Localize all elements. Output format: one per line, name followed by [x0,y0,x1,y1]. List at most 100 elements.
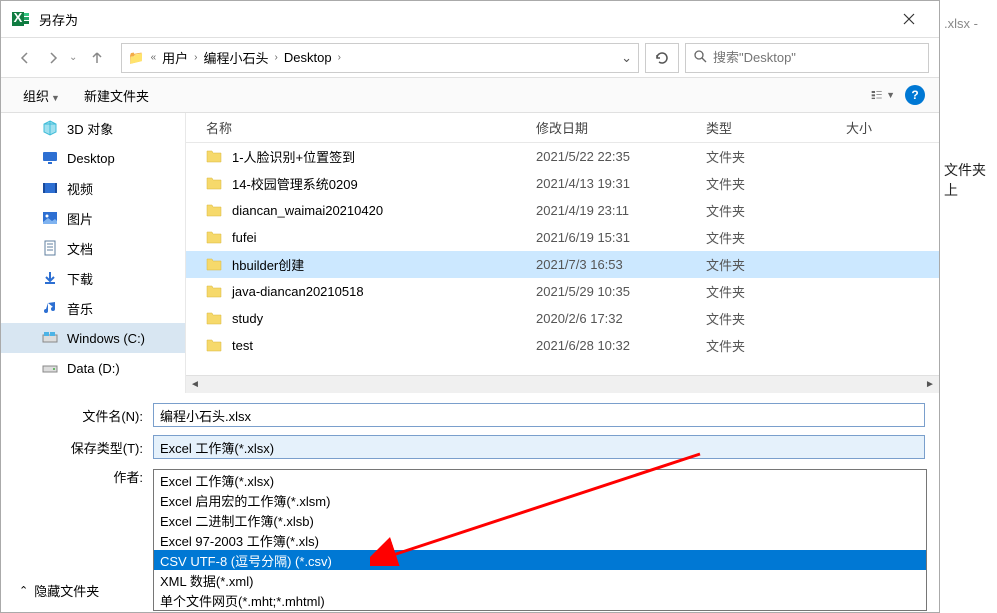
file-row[interactable]: java-diancan202105182021/5/29 10:35文件夹 [186,278,939,305]
filetype-option[interactable]: Excel 97-2003 工作簿(*.xls) [154,530,926,550]
help-button[interactable]: ? [905,85,925,105]
sidebar-item-5[interactable]: 下载 [1,263,185,293]
nav-history-dropdown[interactable]: ⌄ [69,52,77,63]
drive-win-icon [41,329,59,347]
breadcrumb-users[interactable]: 用户 [158,48,192,67]
chevron-right-icon: › [192,52,199,63]
save-as-dialog: X 另存为 ⌄ 📁 « 用户 › 编程小石头 › Desktop › ⌄ [0,0,940,613]
column-size[interactable]: 大小 [846,118,906,137]
organize-button[interactable]: 组织▼ [15,82,68,109]
titlebar: X 另存为 [1,1,939,37]
sidebar-item-4[interactable]: 文档 [1,233,185,263]
file-date: 2020/2/6 17:32 [536,311,706,326]
hide-folders-toggle[interactable]: ⌃ 隐藏文件夹 [19,581,99,600]
folder-icon [206,257,224,273]
view-options-button[interactable]: ▼ [871,83,895,107]
file-type: 文件夹 [706,201,846,220]
background-title-fragment: .xlsx - [944,16,978,31]
filetype-option[interactable]: CSV UTF-8 (逗号分隔) (*.csv) [154,550,926,570]
filetype-option[interactable]: Excel 启用宏的工作簿(*.xlsm) [154,490,926,510]
column-date[interactable]: 修改日期 [536,118,706,137]
file-date: 2021/4/19 23:11 [536,203,706,218]
file-type: 文件夹 [706,336,846,355]
svg-text:X: X [14,10,23,25]
file-row[interactable]: study2020/2/6 17:32文件夹 [186,305,939,332]
sidebar-item-6[interactable]: 音乐 [1,293,185,323]
toolbar: 组织▼ 新建文件夹 ▼ ? [1,77,939,113]
folder-icon [206,338,224,354]
breadcrumb-user[interactable]: 编程小石头 [200,48,273,67]
breadcrumb[interactable]: 📁 « 用户 › 编程小石头 › Desktop › ⌄ [121,43,639,73]
breadcrumb-sep: « [149,52,159,63]
folder-icon: 📁 [128,50,144,66]
search-box[interactable] [685,43,929,73]
video-icon [41,179,59,197]
search-icon [694,50,707,66]
sidebar-item-2[interactable]: 视频 [1,173,185,203]
filetype-option[interactable]: Excel 二进制工作簿(*.xlsb) [154,510,926,530]
breadcrumb-dropdown[interactable]: ⌄ [621,50,632,66]
folder-icon [206,203,224,219]
column-type[interactable]: 类型 [706,118,846,137]
search-input[interactable] [713,50,920,65]
file-type: 文件夹 [706,282,846,301]
file-date: 2021/6/28 10:32 [536,338,706,353]
file-row[interactable]: diancan_waimai202104202021/4/19 23:11文件夹 [186,197,939,224]
sidebar-item-8[interactable]: Data (D:) [1,353,185,383]
folder-icon [206,149,224,165]
filetype-label: 保存类型(T): [15,438,153,457]
new-folder-button[interactable]: 新建文件夹 [76,82,157,109]
file-type: 文件夹 [706,228,846,247]
sidebar-item-1[interactable]: Desktop [1,143,185,173]
sidebar-item-label: 图片 [67,209,93,228]
sidebar-item-label: Windows (C:) [67,331,145,346]
filetype-option[interactable]: Excel 工作簿(*.xlsx) [154,470,926,490]
file-row[interactable]: 1-人脸识别+位置签到2021/5/22 22:35文件夹 [186,143,939,170]
column-name[interactable]: 名称 [206,118,536,137]
file-date: 2021/5/29 10:35 [536,284,706,299]
sidebar-item-7[interactable]: Windows (C:) [1,323,185,353]
file-row[interactable]: test2021/6/28 10:32文件夹 [186,332,939,359]
file-date: 2021/6/19 15:31 [536,230,706,245]
scroll-right-icon[interactable]: ► [921,377,939,393]
chevron-up-icon: ⌃ [19,584,28,597]
file-row[interactable]: hbuilder创建2021/7/3 16:53文件夹 [186,251,939,278]
scroll-left-icon[interactable]: ◄ [186,377,204,393]
background-text-fragment: 文件夹上 [944,160,997,200]
cube-icon [41,119,59,137]
filetype-option[interactable]: 单个文件网页(*.mht;*.mhtml) [154,590,926,610]
file-name: fufei [232,230,536,245]
desktop-icon [41,149,59,167]
filename-label: 文件名(N): [15,406,153,425]
sidebar-item-0[interactable]: 3D 对象 [1,113,185,143]
image-icon [41,209,59,227]
doc-icon [41,239,59,257]
sidebar-item-3[interactable]: 图片 [1,203,185,233]
author-label: 作者: [15,467,153,486]
filetype-dropdown: Excel 工作簿(*.xlsx)Excel 启用宏的工作簿(*.xlsm)Ex… [153,469,927,611]
file-type: 文件夹 [706,255,846,274]
close-button[interactable] [889,1,929,37]
file-name: java-diancan20210518 [232,284,536,299]
refresh-button[interactable] [645,43,679,73]
file-list: 1-人脸识别+位置签到2021/5/22 22:35文件夹14-校园管理系统02… [186,143,939,375]
file-row[interactable]: 14-校园管理系统02092021/4/13 19:31文件夹 [186,170,939,197]
filetype-option[interactable]: XML 数据(*.xml) [154,570,926,590]
chevron-right-icon: › [336,52,343,63]
filename-input[interactable] [153,403,925,427]
file-type: 文件夹 [706,309,846,328]
file-row[interactable]: fufei2021/6/19 15:31文件夹 [186,224,939,251]
back-button[interactable] [11,44,39,72]
filetype-select[interactable]: Excel 工作簿(*.xlsx) [153,435,925,459]
file-name: diancan_waimai20210420 [232,203,536,218]
breadcrumb-desktop[interactable]: Desktop [280,50,336,65]
up-button[interactable] [83,44,111,72]
sidebar-item-label: 下载 [67,269,93,288]
folder-icon [206,176,224,192]
horizontal-scrollbar[interactable]: ◄ ► [186,375,939,393]
chevron-right-icon: › [273,52,280,63]
navigation-bar: ⌄ 📁 « 用户 › 编程小石头 › Desktop › ⌄ [1,37,939,77]
folder-icon [206,284,224,300]
folder-icon [206,230,224,246]
forward-button[interactable] [39,44,67,72]
